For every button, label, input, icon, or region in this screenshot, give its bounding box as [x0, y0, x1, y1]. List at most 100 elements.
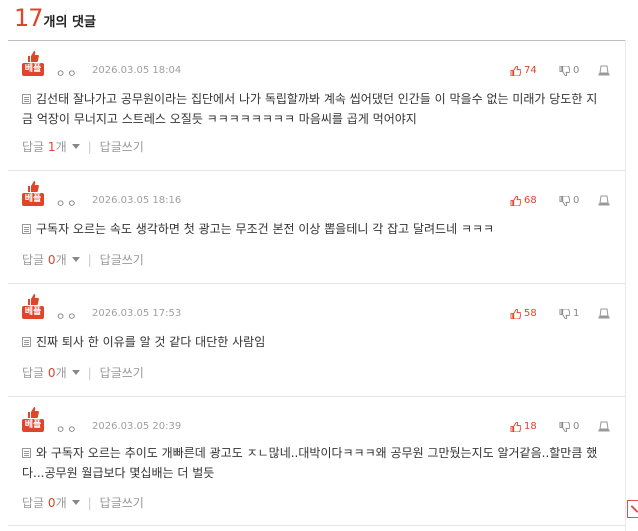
- comment-meta: 베플 ㅇㅇ 2026.03.05 17:53 58 1: [22, 294, 612, 323]
- comment-date: 2026.03.05 18:04: [92, 65, 182, 76]
- thumbs-up-icon: [510, 65, 521, 76]
- dislike-button[interactable]: 0: [559, 421, 579, 432]
- comment-body: 김선태 잘나가고 공무원이라는 집단에서 나가 독립할까봐 계속 씹어댔던 인간…: [22, 89, 602, 129]
- close-icon[interactable]: [627, 500, 638, 518]
- comment-meta: 베플 ㅇㅇ 2026.03.05 20:39 18 0: [22, 407, 612, 436]
- reply-toggle[interactable]: 답글 0개: [22, 364, 67, 381]
- reply-unit: 개: [55, 140, 67, 154]
- comment-date: 2026.03.05 18:16: [92, 195, 182, 206]
- thumbs-up-icon: [510, 195, 521, 206]
- separator: |: [87, 139, 92, 154]
- like-count: 58: [524, 308, 537, 319]
- like-button[interactable]: 18: [510, 421, 537, 432]
- write-reply-link[interactable]: 답글쓰기: [100, 138, 144, 155]
- dislike-count: 0: [573, 195, 580, 206]
- comment-actions: 답글 0개 | 답글쓰기: [22, 364, 144, 381]
- report-icon[interactable]: [598, 307, 610, 319]
- document-icon: [22, 337, 31, 347]
- comment-date: 2026.03.05 20:39: [92, 421, 182, 432]
- reply-count: 0: [47, 253, 56, 267]
- thumbs-down-icon: [559, 421, 570, 432]
- comment-text: 와 구독자 오르는 추이도 개빠른데 광고도 ㅈㄴ많네..대박이다ㅋㅋㅋ왜 공무…: [22, 446, 598, 480]
- thumbs-down-icon: [559, 308, 570, 319]
- comment-actions: 답글 0개 | 답글쓰기: [22, 494, 144, 511]
- document-icon: [22, 94, 31, 104]
- reply-toggle[interactable]: 답글 0개: [22, 251, 67, 268]
- best-badge-label: 베플: [22, 63, 44, 76]
- like-button[interactable]: 68: [510, 195, 537, 206]
- thumbs-up-icon: [28, 181, 39, 192]
- chevron-down-icon[interactable]: [71, 500, 80, 505]
- scroll-divider: [625, 40, 626, 531]
- thumbs-down-icon: [559, 65, 570, 76]
- reply-count: 0: [47, 366, 56, 380]
- write-reply-link[interactable]: 답글쓰기: [100, 494, 144, 511]
- comment-body: 구독자 오르는 속도 생각하면 첫 광고는 무조건 본전 이상 뽑을테니 각 잡…: [22, 219, 602, 239]
- like-count: 18: [524, 421, 537, 432]
- dislike-count: 1: [573, 308, 580, 319]
- report-icon[interactable]: [598, 420, 610, 432]
- reply-label: 답글: [22, 253, 45, 267]
- like-button[interactable]: 58: [510, 308, 537, 319]
- best-badge: 베플: [22, 294, 44, 320]
- reply-toggle[interactable]: 답글 1개: [22, 138, 67, 155]
- comment-date: 2026.03.05 17:53: [92, 308, 182, 319]
- document-icon: [22, 448, 31, 458]
- document-icon: [22, 224, 31, 234]
- comment-count: 17: [14, 4, 44, 32]
- reply-label: 답글: [22, 496, 45, 510]
- comment-text: 구독자 오르는 속도 생각하면 첫 광고는 무조건 본전 이상 뽑을테니 각 잡…: [36, 222, 495, 236]
- thumbs-down-icon: [559, 195, 570, 206]
- separator: |: [87, 252, 92, 267]
- thumbs-up-icon: [28, 294, 39, 305]
- reply-label: 답글: [22, 366, 45, 380]
- report-icon[interactable]: [598, 64, 610, 76]
- reply-count: 0: [47, 496, 56, 510]
- reply-unit: 개: [55, 366, 67, 380]
- comment-author[interactable]: ㅇㅇ: [56, 421, 78, 436]
- like-button[interactable]: 74: [510, 65, 537, 76]
- reply-unit: 개: [55, 496, 67, 510]
- reply-toggle[interactable]: 답글 0개: [22, 494, 67, 511]
- reply-unit: 개: [55, 253, 67, 267]
- comment-item: 베플 ㅇㅇ 2026.03.05 20:39 18 0 와 구독자 오르는 추이…: [8, 397, 625, 526]
- separator: |: [87, 365, 92, 380]
- reply-count: 1: [47, 140, 56, 154]
- separator: |: [87, 495, 92, 510]
- comment-body: 와 구독자 오르는 추이도 개빠른데 광고도 ㅈㄴ많네..대박이다ㅋㅋㅋ왜 공무…: [22, 443, 602, 483]
- reply-label: 답글: [22, 140, 45, 154]
- comment-count-label: 개의 댓글: [43, 15, 96, 30]
- best-badge: 베플: [22, 407, 44, 433]
- comment-list: 베플 ㅇㅇ 2026.03.05 18:04 74 0 김선태 잘나가고 공무원…: [8, 41, 625, 526]
- write-reply-link[interactable]: 답글쓰기: [100, 364, 144, 381]
- dislike-button[interactable]: 0: [559, 195, 579, 206]
- comment-author[interactable]: ㅇㅇ: [56, 65, 78, 80]
- thumbs-up-icon: [510, 421, 521, 432]
- comment-text: 김선태 잘나가고 공무원이라는 집단에서 나가 독립할까봐 계속 씹어댔던 인간…: [22, 92, 598, 126]
- comment-item: 베플 ㅇㅇ 2026.03.05 18:16 68 0 구독자 오르는 속도 생…: [8, 171, 625, 284]
- comment-meta: 베플 ㅇㅇ 2026.03.05 18:04 74 0: [22, 51, 612, 80]
- dislike-button[interactable]: 0: [559, 65, 579, 76]
- best-badge-label: 베플: [22, 306, 44, 319]
- best-badge: 베플: [22, 51, 44, 77]
- write-reply-link[interactable]: 답글쓰기: [100, 251, 144, 268]
- chevron-down-icon[interactable]: [71, 257, 80, 262]
- comment-author[interactable]: ㅇㅇ: [56, 195, 78, 210]
- best-badge-label: 베플: [22, 193, 44, 206]
- report-icon[interactable]: [598, 194, 610, 206]
- comments-header: 17 개의 댓글: [14, 4, 96, 38]
- comment-item: 베플 ㅇㅇ 2026.03.05 18:04 74 0 김선태 잘나가고 공무원…: [8, 41, 625, 171]
- dislike-count: 0: [573, 421, 580, 432]
- dislike-button[interactable]: 1: [559, 308, 579, 319]
- comment-item: 베플 ㅇㅇ 2026.03.05 17:53 58 1 진짜 퇴사 한 이유를 …: [8, 284, 625, 397]
- thumbs-up-icon: [510, 308, 521, 319]
- comment-author[interactable]: ㅇㅇ: [56, 308, 78, 323]
- comment-body: 진짜 퇴사 한 이유를 알 것 같다 대단한 사람임: [22, 332, 602, 352]
- comment-actions: 답글 0개 | 답글쓰기: [22, 251, 144, 268]
- comment-meta: 베플 ㅇㅇ 2026.03.05 18:16 68 0: [22, 181, 612, 210]
- comment-actions: 답글 1개 | 답글쓰기: [22, 138, 144, 155]
- chevron-down-icon[interactable]: [71, 144, 80, 149]
- dislike-count: 0: [573, 65, 580, 76]
- thumbs-up-icon: [28, 407, 39, 418]
- chevron-down-icon[interactable]: [71, 370, 80, 375]
